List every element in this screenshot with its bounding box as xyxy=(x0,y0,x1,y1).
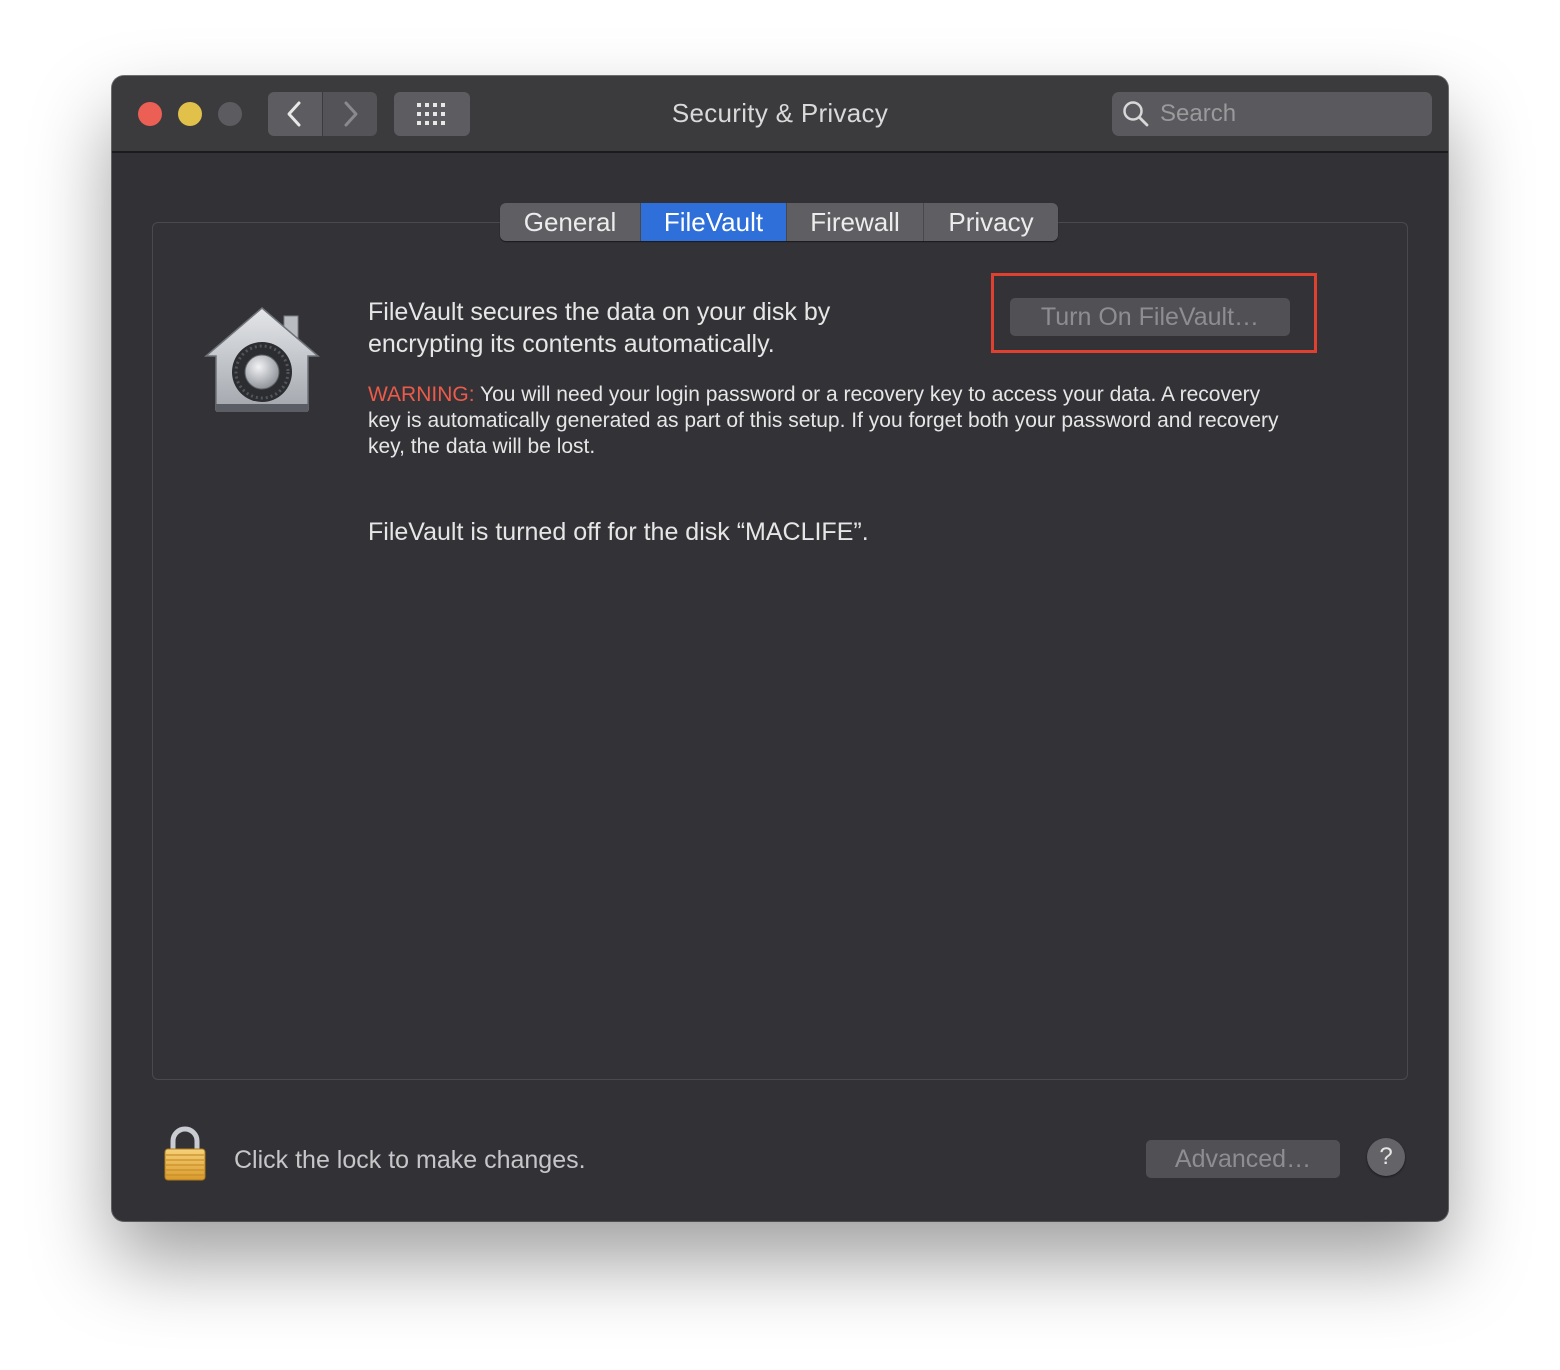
lock-icon[interactable] xyxy=(162,1126,208,1182)
search-field[interactable] xyxy=(1112,92,1432,136)
warning-message: WARNING: You will need your login passwo… xyxy=(368,382,1298,460)
tab-filevault[interactable]: FileVault xyxy=(641,203,787,241)
filevault-description: FileVault secures the data on your disk … xyxy=(368,298,831,358)
search-icon xyxy=(1123,101,1149,127)
filevault-house-vault-icon xyxy=(204,307,320,412)
title-bar: Security & Privacy xyxy=(112,76,1448,153)
tab-bar: General FileVault Firewall Privacy xyxy=(500,203,1058,241)
warning-label: WARNING: xyxy=(368,383,475,406)
security-privacy-window: Security & Privacy General FileVault Fir… xyxy=(112,76,1448,1221)
advanced-button[interactable]: Advanced… xyxy=(1146,1140,1340,1178)
turn-on-filevault-button[interactable]: Turn On FileVault… xyxy=(1010,298,1290,336)
lock-hint: Click the lock to make changes. xyxy=(234,1146,586,1174)
warning-text: You will need your login password or a r… xyxy=(368,383,1279,458)
help-button[interactable]: ? xyxy=(1367,1138,1405,1176)
tab-general[interactable]: General xyxy=(500,203,641,241)
tab-privacy[interactable]: Privacy xyxy=(924,203,1058,241)
tab-firewall[interactable]: Firewall xyxy=(787,203,924,241)
filevault-status: FileVault is turned off for the disk “MA… xyxy=(368,518,869,546)
search-input[interactable] xyxy=(1158,99,1422,129)
